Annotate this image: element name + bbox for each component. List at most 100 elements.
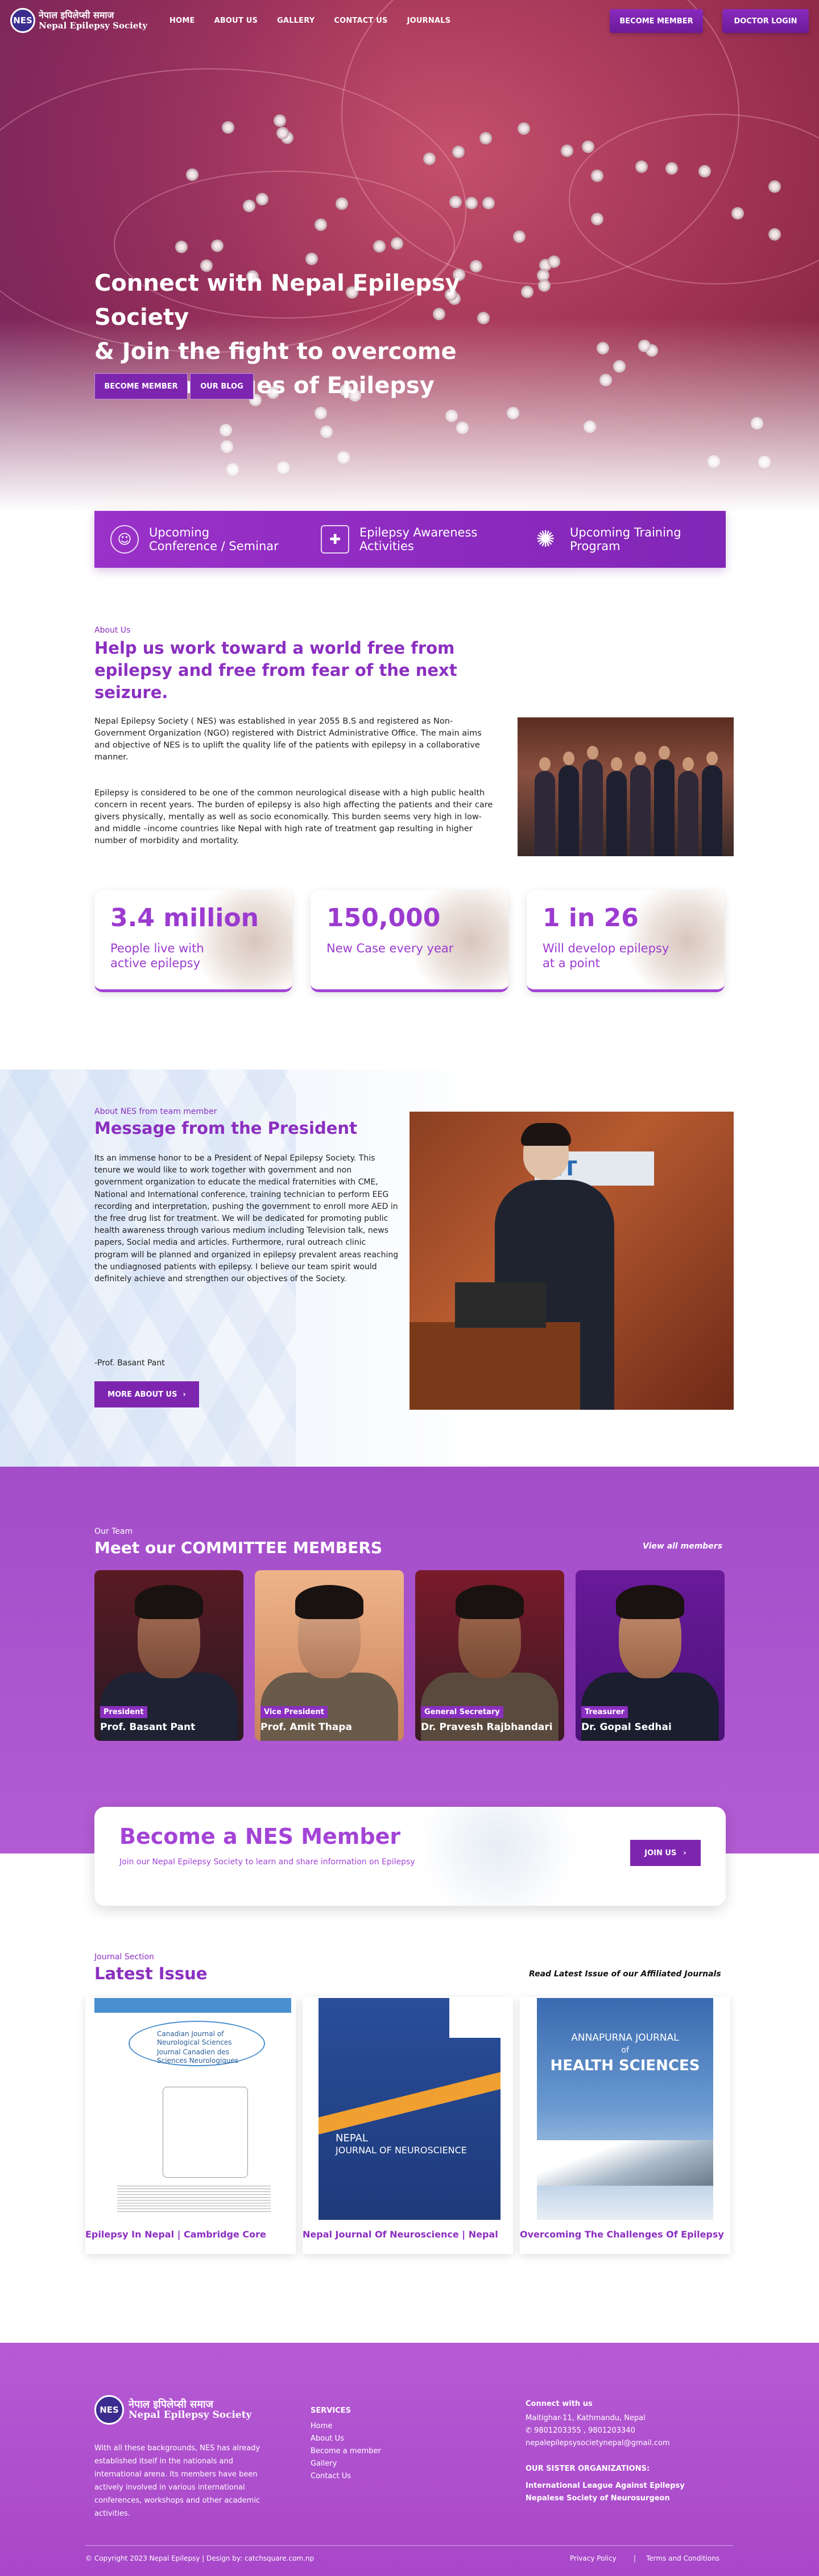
footer-email[interactable]: nepalepilepsysocietynepal@gmail.com <box>526 2437 670 2450</box>
footer-link-home[interactable]: Home <box>311 2420 381 2433</box>
stat-label: New Case every year <box>326 942 454 955</box>
hero-our-blog-button[interactable]: OUR BLOG <box>190 373 254 399</box>
committee-kicker: Our Team <box>94 1527 133 1536</box>
footer-sister-nsn[interactable]: Nepalese Society of Neurosurgeon <box>526 2494 670 2503</box>
join-us-button[interactable]: JOIN US › <box>630 1840 701 1866</box>
chevron-right-icon: › <box>183 1390 186 1399</box>
president-heading: Message from the President <box>94 1118 357 1138</box>
eeg-electrode <box>276 127 289 140</box>
footer-link-about[interactable]: About Us <box>311 2433 381 2445</box>
main-menu: HOME ABOUT US GALLERY CONTACT US JOURNAL… <box>169 16 450 25</box>
medical-kit-icon: ✚ <box>321 525 349 554</box>
about-paragraph-2: Epilepsy is considered to be one of the … <box>94 789 493 845</box>
member-card-vice-president[interactable]: Vice President Prof. Amit Thapa <box>255 1570 404 1741</box>
about-kicker: About Us <box>94 626 131 635</box>
eeg-electrode <box>210 239 224 252</box>
footer-sister-ilae[interactable]: International League Against Epilepsy <box>526 2482 685 2490</box>
eeg-electrode <box>698 165 711 178</box>
member-card-treasurer[interactable]: Treasurer Dr. Gopal Sedhai <box>576 1570 725 1741</box>
member-name: Prof. Amit Thapa <box>260 1722 352 1733</box>
cover-of: of <box>621 2046 629 2055</box>
eeg-electrode <box>175 241 188 254</box>
nav-gallery[interactable]: GALLERY <box>277 16 315 25</box>
more-about-us-button[interactable]: MORE ABOUT US › <box>94 1381 199 1407</box>
nav-contact-us[interactable]: CONTACT US <box>334 16 387 25</box>
committee-heading: Meet our COMMITTEE MEMBERS <box>94 1538 383 1557</box>
eeg-electrode <box>255 192 268 205</box>
footer-terms-link[interactable]: Terms and Conditions <box>646 2552 719 2565</box>
doctor-login-button[interactable]: DOCTOR LOGIN <box>722 9 809 33</box>
hero-section <box>0 0 819 512</box>
president-signature: -Prof. Basant Pant <box>94 1359 165 1368</box>
eeg-electrode <box>423 152 436 165</box>
member-role: Treasurer <box>581 1706 628 1718</box>
president-message: Its an immense honor to be a President o… <box>94 1154 399 1284</box>
eeg-electrode <box>635 160 648 173</box>
view-all-members-link[interactable]: View all members <box>643 1542 722 1551</box>
footer-privacy-link[interactable]: Privacy Policy <box>570 2552 617 2565</box>
eeg-electrode <box>305 253 318 265</box>
member-name: Dr. Gopal Sedhai <box>581 1722 672 1733</box>
eeg-electrode <box>185 168 198 181</box>
top-navbar: NES नेपाल इपिलेप्सी समाज Nepal Epilepsy … <box>0 0 819 43</box>
about-group-photo <box>518 717 734 856</box>
journal-card-nepal-neuroscience[interactable]: NEPAL JOURNAL OF NEUROSCIENCE Nepal Jour… <box>303 1997 513 2254</box>
feature-conference[interactable]: ☺ Upcoming Conference / Seminar <box>94 511 305 568</box>
group-photo-person <box>654 759 675 856</box>
feature-awareness[interactable]: ✚ Epilepsy Awareness Activities <box>305 511 515 568</box>
stat-number: 3.4 million <box>110 903 259 932</box>
footer-link-become-member[interactable]: Become a member <box>311 2445 381 2458</box>
member-card-president[interactable]: President Prof. Basant Pant <box>94 1570 243 1741</box>
journal-title[interactable]: Epilepsy In Nepal | Cambridge Core <box>85 2229 296 2240</box>
nav-journals[interactable]: JOURNALS <box>407 16 451 25</box>
group-photo-person <box>702 765 722 856</box>
chevron-right-icon: › <box>683 1848 686 1857</box>
journal-title[interactable]: Overcoming The Challenges Of Epilepsy <box>520 2229 730 2240</box>
journal-cover: NEPAL JOURNAL OF NEUROSCIENCE <box>318 1998 500 2220</box>
journal-card-annapurna[interactable]: ANNAPURNA JOURNAL of HEALTH SCIENCES Ove… <box>520 1997 730 2254</box>
journal-tagline: Read Latest Issue of our Affiliated Jour… <box>529 1970 721 1979</box>
stat-label: People live with active epilepsy <box>110 942 204 970</box>
footer-address: Maitighar-11, Kathmandu, Nepal <box>526 2414 646 2422</box>
eeg-electrode <box>512 230 526 243</box>
journal-kicker: Journal Section <box>94 1952 154 1962</box>
group-photo-person <box>678 771 698 856</box>
site-logo[interactable]: NES नेपाल इपिलेप्सी समाज Nepal Epilepsy … <box>10 8 147 33</box>
eeg-electrode <box>561 144 574 157</box>
eeg-electrode <box>517 122 530 135</box>
journal-card-cambridge[interactable]: Canadian Journal of Neurological Science… <box>85 1997 296 2254</box>
group-photo-face <box>539 757 551 771</box>
eeg-electrode <box>731 207 744 220</box>
logo-emblem: NES <box>10 8 35 33</box>
sun-burst-icon: ✺ <box>536 526 555 552</box>
member-role: Vice President <box>260 1706 328 1718</box>
group-photo-face <box>706 752 718 765</box>
journal-title[interactable]: Nepal Journal Of Neuroscience | Nepal <box>303 2229 513 2240</box>
eeg-electrode <box>274 114 287 127</box>
footer-separator: | <box>634 2554 636 2562</box>
group-photo-face <box>682 757 694 771</box>
footer: NES नेपाल इपिलेप्सी समाज Nepal Epilepsy … <box>0 2343 819 2576</box>
hero-become-member-button[interactable]: BECOME MEMBER <box>94 373 188 399</box>
nav-home[interactable]: HOME <box>169 16 195 25</box>
journal-cover: ANNAPURNA JOURNAL of HEALTH SCIENCES <box>537 1998 713 2220</box>
footer-logo[interactable]: NES नेपाल इपिलेप्सी समाज Nepal Epilepsy … <box>94 2395 251 2425</box>
footer-connect-heading: Connect with us <box>526 2400 593 2408</box>
footer-services-heading: SERVICES <box>311 2406 351 2415</box>
footer-link-gallery[interactable]: Gallery <box>311 2458 381 2470</box>
stat-card-new-cases: 150,000 New Case every year <box>311 890 508 992</box>
stat-label: Will develop epilepsy at a point <box>543 942 669 970</box>
nav-about-us[interactable]: ABOUT US <box>214 16 258 25</box>
journal-heading: Latest Issue <box>94 1964 208 1983</box>
member-card-general-secretary[interactable]: General Secretary Dr. Pravesh Rajbhandar… <box>415 1570 564 1741</box>
eeg-electrode <box>538 279 551 292</box>
member-name: Dr. Pravesh Rajbhandari <box>421 1722 553 1733</box>
logo-english-text: Nepal Epilepsy Society <box>39 20 147 31</box>
member-name: Prof. Basant Pant <box>100 1722 196 1733</box>
feature-training[interactable]: ✺ Upcoming Training Program <box>515 511 726 568</box>
footer-link-contact[interactable]: Contact Us <box>311 2470 381 2483</box>
footer-phone[interactable]: 9801203355 , 9801203340 <box>534 2426 635 2435</box>
footer-services-list: Home About Us Become a member Gallery Co… <box>311 2420 381 2483</box>
eeg-electrode <box>665 162 678 175</box>
become-member-button[interactable]: BECOME MEMBER <box>610 9 703 33</box>
